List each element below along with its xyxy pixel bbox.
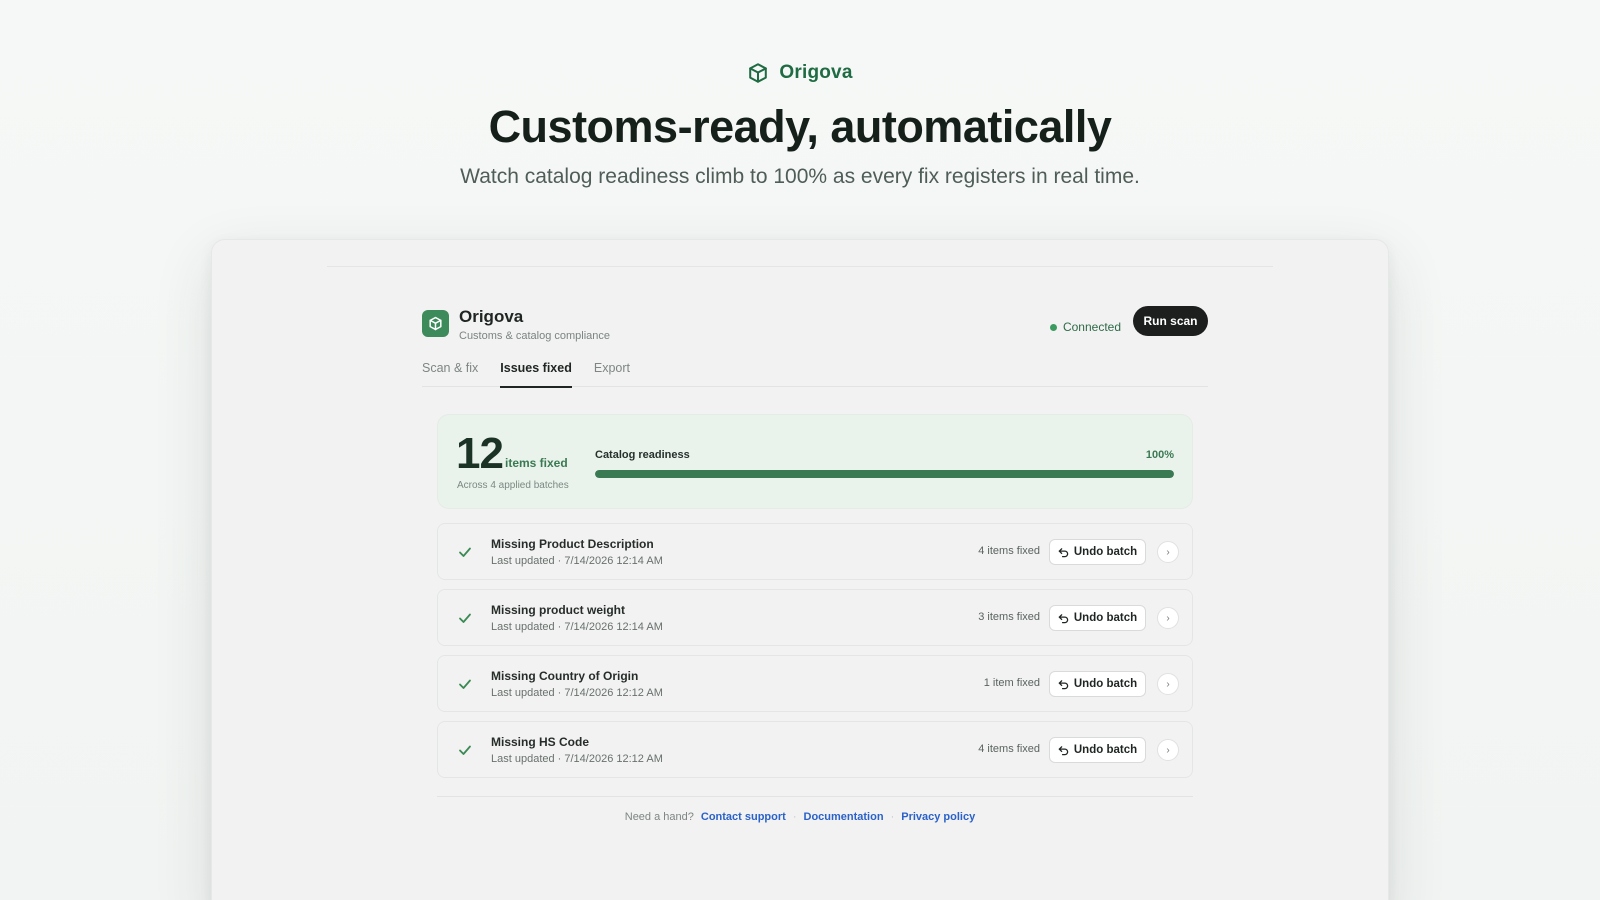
- hero-subtitle: Watch catalog readiness climb to 100% as…: [460, 165, 1140, 188]
- items-fixed-count: 12: [456, 429, 504, 478]
- documentation-link[interactable]: Documentation: [804, 811, 884, 823]
- footer: Need a hand? Contact support · Documenta…: [212, 811, 1388, 823]
- app-name: Origova: [459, 307, 524, 326]
- readiness-progress-bar: [595, 470, 1174, 478]
- hero-brand-name: Origova: [779, 62, 853, 83]
- tab-issues-fixed[interactable]: Issues fixed: [500, 360, 572, 388]
- list-item: Missing Product Description Last updated…: [437, 523, 1193, 580]
- issues-list: Missing Product Description Last updated…: [437, 523, 1193, 787]
- divider: [327, 266, 1273, 267]
- hero-title: Customs-ready, automatically: [488, 101, 1112, 152]
- check-icon: [459, 745, 471, 755]
- undo-batch-label: Undo batch: [1073, 612, 1138, 624]
- list-item: Missing HS Code Last updated · 7/14/2026…: [437, 721, 1193, 778]
- undo-batch-label: Undo batch: [1073, 678, 1138, 690]
- issue-timestamp: Last updated · 7/14/2026 12:12 AM: [491, 753, 663, 765]
- check-icon: [459, 547, 471, 557]
- tab-scan-fix[interactable]: Scan & fix: [422, 360, 478, 387]
- issue-title: Missing Product Description: [491, 537, 654, 551]
- undo-icon: [1058, 679, 1069, 689]
- tab-export[interactable]: Export: [594, 360, 630, 387]
- undo-icon: [1058, 613, 1069, 623]
- app-header: Origova Customs & catalog compliance Con…: [422, 306, 1208, 346]
- issue-timestamp: Last updated · 7/14/2026 12:12 AM: [491, 687, 663, 699]
- batches-note: Across 4 applied batches: [457, 480, 569, 491]
- check-icon: [459, 679, 471, 689]
- footer-separator: ·: [792, 811, 797, 823]
- undo-batch-button[interactable]: Undo batch: [1049, 539, 1146, 565]
- status-dot-icon: [1049, 323, 1057, 331]
- undo-icon: [1058, 547, 1069, 557]
- readiness-value: 100%: [1145, 449, 1174, 461]
- list-item: Missing product weight Last updated · 7/…: [437, 589, 1193, 646]
- issue-title: Missing product weight: [491, 603, 625, 617]
- undo-icon: [1058, 745, 1069, 755]
- issue-timestamp: Last updated · 7/14/2026 12:14 AM: [491, 621, 663, 633]
- list-item: Missing Country of Origin Last updated ·…: [437, 655, 1193, 712]
- run-scan-button[interactable]: Run scan: [1133, 306, 1208, 336]
- items-fixed-label: items fixed: [505, 456, 568, 470]
- issue-title: Missing HS Code: [491, 735, 590, 749]
- status-label: Connected: [1062, 320, 1121, 334]
- chevron-right-icon[interactable]: ›: [1157, 607, 1179, 629]
- package-icon: [429, 316, 442, 331]
- privacy-policy-link[interactable]: Privacy policy: [901, 811, 975, 823]
- issue-fixed-count: 1 item fixed: [983, 677, 1040, 689]
- issue-fixed-count: 3 items fixed: [978, 611, 1040, 623]
- check-icon: [459, 613, 471, 623]
- footer-separator: ·: [890, 811, 895, 823]
- chevron-right-icon[interactable]: ›: [1157, 541, 1179, 563]
- readiness-progress-fill: [595, 470, 1174, 478]
- undo-batch-button[interactable]: Undo batch: [1049, 605, 1146, 631]
- undo-batch-button[interactable]: Undo batch: [1049, 737, 1146, 763]
- app-window: Origova Customs & catalog compliance Con…: [211, 239, 1389, 900]
- footer-prompt: Need a hand?: [624, 811, 694, 823]
- issue-fixed-count: 4 items fixed: [978, 743, 1040, 755]
- undo-batch-label: Undo batch: [1073, 744, 1138, 756]
- contact-support-link[interactable]: Contact support: [701, 811, 786, 823]
- issue-title: Missing Country of Origin: [491, 669, 639, 683]
- issue-fixed-count: 4 items fixed: [978, 545, 1040, 557]
- divider: [437, 796, 1193, 797]
- summary-card: 12 items fixed Across 4 applied batches …: [437, 414, 1193, 509]
- chevron-right-icon[interactable]: ›: [1157, 673, 1179, 695]
- app-tagline: Customs & catalog compliance: [459, 330, 611, 342]
- chevron-right-icon[interactable]: ›: [1157, 739, 1179, 761]
- package-icon: [749, 63, 768, 83]
- undo-batch-button[interactable]: Undo batch: [1049, 671, 1146, 697]
- hero-brand: Origova: [0, 62, 1600, 84]
- undo-batch-label: Undo batch: [1073, 546, 1138, 558]
- readiness-label: Catalog readiness: [595, 449, 690, 461]
- issue-timestamp: Last updated · 7/14/2026 12:14 AM: [491, 555, 663, 567]
- tab-bar: Scan & fix Issues fixed Export: [422, 360, 1208, 388]
- connection-status: Connected: [1049, 320, 1121, 334]
- app-logo: [422, 310, 449, 337]
